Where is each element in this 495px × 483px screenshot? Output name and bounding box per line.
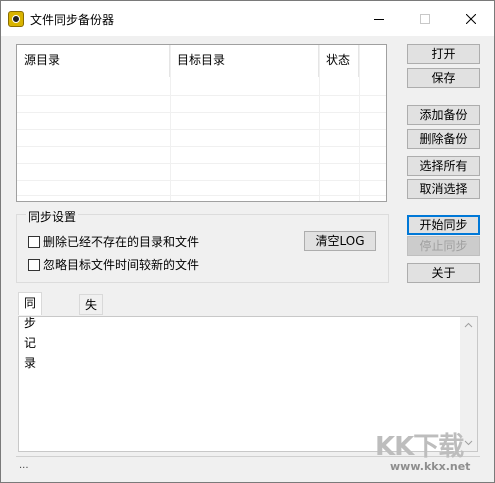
backup-list[interactable]: 源目录 目标目录 状态 — [16, 44, 387, 202]
delete-backup-button[interactable]: 删除备份 — [407, 129, 480, 149]
watermark-url: www.kkx.net — [390, 460, 471, 473]
row-gridline — [17, 112, 386, 113]
maximize-icon — [420, 13, 430, 24]
tab-failure-info[interactable]: 失败信息 — [79, 294, 104, 372]
row-gridline — [17, 146, 386, 147]
row-gridline — [17, 163, 386, 164]
checkbox-box[interactable] — [28, 235, 40, 248]
delete-nonexistent-label: 删除已经不存在的目录和文件 — [43, 235, 200, 249]
minimize-icon — [374, 18, 384, 20]
ignore-newer-checkbox[interactable]: 忽略目标文件时间较新的文件 — [28, 256, 199, 273]
sync-settings-group: 同步设置 删除已经不存在的目录和文件 忽略目标文件时间较新的文件 清空LOG — [16, 208, 389, 283]
row-gridline — [17, 180, 386, 181]
column-divider — [359, 45, 360, 201]
ignore-newer-label: 忽略目标文件时间较新的文件 — [43, 258, 200, 272]
delete-nonexistent-checkbox[interactable]: 删除已经不存在的目录和文件 — [28, 233, 199, 250]
app-window: 文件同步备份器 源目录 目标目录 状态 打开 保存 添加备份 删除备份 选择所有… — [0, 0, 495, 483]
add-backup-button[interactable]: 添加备份 — [407, 105, 480, 125]
close-icon — [466, 13, 476, 24]
sync-settings-title: 同步设置 — [26, 208, 79, 225]
watermark-logo: KK下载 www.kkx.net — [355, 424, 493, 480]
row-gridline — [17, 129, 386, 130]
watermark-brand: KK下载 — [375, 432, 464, 462]
window-title: 文件同步备份器 — [30, 13, 115, 27]
column-divider — [170, 45, 171, 201]
list-header: 源目录 目标目录 状态 — [17, 45, 386, 77]
tab-sync-log[interactable]: 同步记录 — [18, 292, 43, 370]
column-header-target[interactable]: 目标目录 — [170, 45, 319, 77]
cancel-select-button[interactable]: 取消选择 — [407, 179, 480, 199]
about-button[interactable]: 关于 — [407, 263, 480, 283]
stop-sync-button[interactable]: 停止同步 — [407, 236, 480, 256]
row-gridline — [17, 195, 386, 196]
column-divider — [319, 45, 320, 201]
row-gridline — [17, 95, 386, 96]
clear-log-button[interactable]: 清空LOG — [304, 231, 376, 251]
minimize-button[interactable] — [356, 1, 402, 36]
open-button[interactable]: 打开 — [407, 44, 480, 64]
column-header-status[interactable]: 状态 — [319, 45, 359, 77]
client-area: 源目录 目标目录 状态 打开 保存 添加备份 删除备份 选择所有 取消选择 开始… — [1, 36, 494, 482]
maximize-button[interactable] — [402, 1, 448, 36]
app-icon — [8, 11, 24, 27]
start-sync-button[interactable]: 开始同步 — [407, 215, 480, 235]
save-button[interactable]: 保存 — [407, 68, 480, 88]
title-bar[interactable]: 文件同步备份器 — [1, 1, 494, 36]
scroll-up-icon — [464, 322, 473, 328]
close-button[interactable] — [448, 1, 494, 36]
select-all-button[interactable]: 选择所有 — [407, 156, 480, 176]
status-text: ... — [19, 460, 29, 471]
column-header-source[interactable]: 源目录 — [17, 45, 170, 77]
checkbox-box[interactable] — [28, 258, 40, 271]
